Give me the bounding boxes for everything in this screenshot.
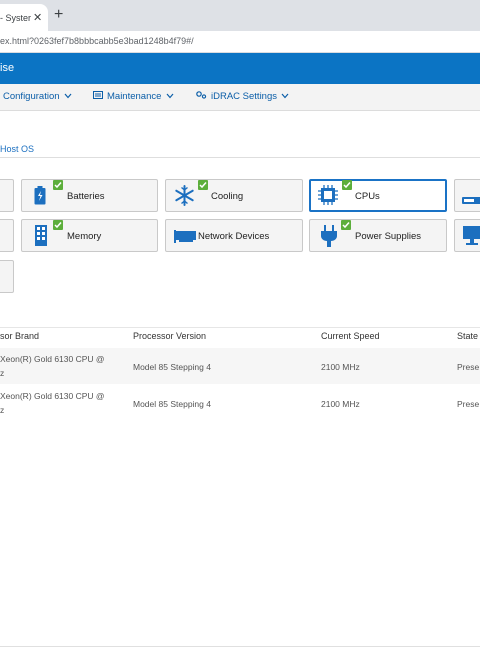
status-ok-icon (198, 180, 208, 190)
menu-configuration-label: Configuration (3, 91, 60, 102)
cell-processor-version: Model 85 Stepping 4 (133, 362, 211, 372)
menu-configuration[interactable]: Configuration (3, 91, 72, 102)
app-header-bar (0, 53, 480, 84)
status-ok-icon (53, 220, 63, 230)
browser-tab-title: - Syster (0, 13, 31, 23)
cell-processor-brand-line2: z (0, 405, 5, 415)
bottom-border (0, 646, 480, 647)
tile-batteries-label: Batteries (67, 191, 105, 202)
new-tab-button[interactable]: + (54, 7, 63, 23)
cell-processor-brand-line1: Xeon(R) Gold 6130 CPU @ (0, 354, 105, 364)
power-plug-icon (320, 225, 338, 252)
tile-cooling-label: Cooling (211, 191, 244, 202)
cell-processor-brand-line1: Xeon(R) Gold 6130 CPU @ (0, 391, 105, 401)
browser-tab-strip (0, 0, 480, 31)
tile-partial-left-3[interactable] (0, 260, 14, 293)
status-ok-icon (342, 180, 352, 190)
gear-icon (196, 91, 207, 102)
cell-state: Prese (457, 362, 480, 372)
section-divider (0, 157, 480, 158)
tile-cpus-label: CPUs (355, 191, 380, 202)
close-icon[interactable]: ✕ (33, 11, 42, 24)
monitor-icon (463, 226, 480, 251)
menu-idrac-settings[interactable]: iDRAC Settings (196, 91, 289, 102)
column-header-processor-brand[interactable]: sor Brand (0, 331, 39, 341)
cell-state: Prese (457, 399, 480, 409)
tile-partial-right-2[interactable] (454, 219, 480, 252)
cell-current-speed: 2100 MHz (321, 362, 360, 372)
table-row[interactable]: Xeon(R) Gold 6130 CPU @ z Model 85 Stepp… (0, 348, 480, 384)
chevron-down-icon (279, 92, 289, 101)
tile-network-devices[interactable]: Network Devices (165, 219, 303, 252)
tile-partial-left-1[interactable] (0, 179, 14, 212)
app-brand-text: ise (0, 62, 15, 74)
tile-power-supplies[interactable]: Power Supplies (309, 219, 447, 252)
column-header-processor-version[interactable]: Processor Version (133, 331, 206, 341)
tile-cpus[interactable]: CPUs (309, 179, 447, 212)
menu-maintenance[interactable]: Maintenance (93, 91, 174, 102)
tile-network-devices-label: Network Devices (198, 231, 270, 242)
host-os-link[interactable]: Host OS (0, 144, 34, 154)
chevron-down-icon (163, 92, 174, 101)
chevron-down-icon (62, 92, 72, 101)
column-header-current-speed[interactable]: Current Speed (321, 331, 380, 341)
drive-icon (462, 192, 480, 210)
battery-icon (34, 186, 46, 210)
table-row[interactable]: Xeon(R) Gold 6130 CPU @ z Model 85 Stepp… (0, 385, 480, 421)
network-card-icon (174, 230, 196, 248)
table-header-row (0, 327, 480, 348)
tile-memory-label: Memory (67, 231, 102, 242)
status-ok-icon (341, 220, 351, 230)
menu-maintenance-label: Maintenance (107, 91, 162, 103)
tile-cooling[interactable]: Cooling (165, 179, 303, 212)
cpu-chip-icon (318, 185, 338, 210)
tile-power-supplies-label: Power Supplies (355, 231, 422, 242)
address-url[interactable]: ex.html?0263fef7b8bbbcabb5e3bad1248b4f79… (0, 36, 194, 46)
browser-tab[interactable]: - Syster ✕ (0, 4, 48, 31)
maintenance-icon (93, 91, 103, 102)
menu-idrac-settings-label: iDRAC Settings (211, 91, 277, 103)
cell-processor-brand-line2: z (0, 368, 5, 378)
snowflake-icon (174, 185, 195, 211)
tile-partial-right-1[interactable] (454, 179, 480, 212)
cell-current-speed: 2100 MHz (321, 399, 360, 409)
tile-memory[interactable]: Memory (21, 219, 158, 252)
memory-module-icon (35, 225, 47, 251)
cell-processor-version: Model 85 Stepping 4 (133, 399, 211, 409)
status-ok-icon (53, 180, 63, 190)
tile-batteries[interactable]: Batteries (21, 179, 158, 212)
tile-partial-left-2[interactable] (0, 219, 14, 252)
column-header-state[interactable]: State (457, 331, 478, 341)
